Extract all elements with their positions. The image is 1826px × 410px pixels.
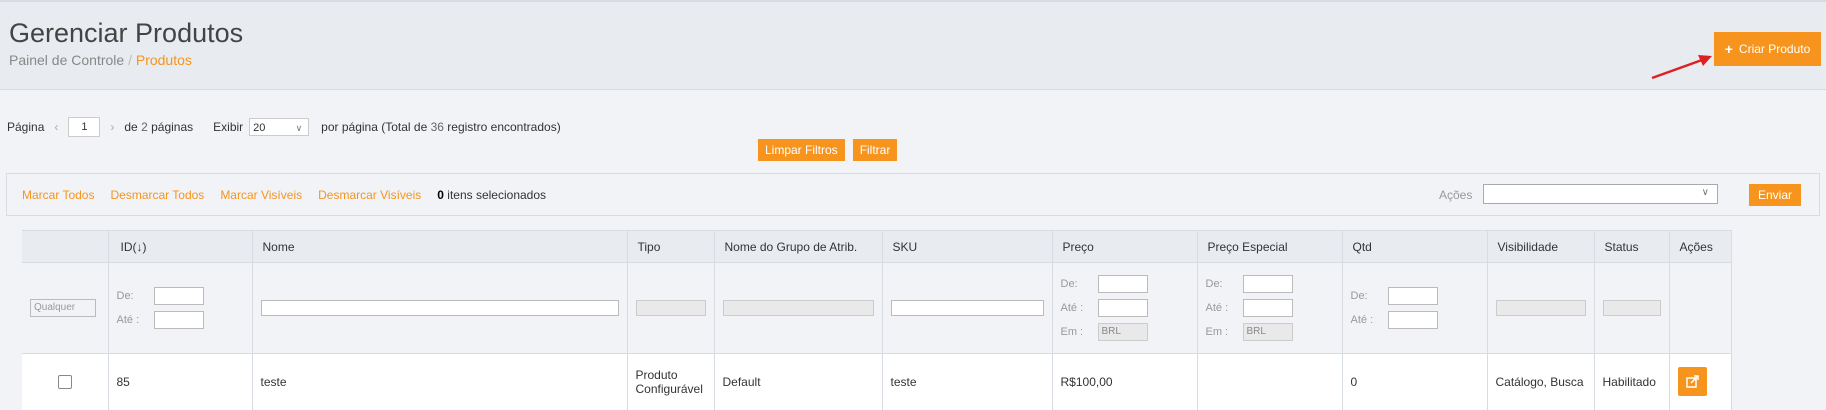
chevron-down-icon: ∨: [1701, 187, 1709, 198]
mass-action-bar: Marcar Todos Desmarcar Todos Marcar Visí…: [6, 173, 1820, 216]
external-link-icon: [1685, 375, 1699, 388]
qty-from-label: De:: [1350, 290, 1368, 302]
total-pages: 2: [141, 120, 148, 134]
apply-filter-button[interactable]: Filtrar: [852, 139, 898, 161]
prev-page-icon[interactable]: ‹: [54, 120, 58, 134]
cell-special-price: [1197, 353, 1343, 410]
next-page-icon[interactable]: ›: [110, 120, 114, 134]
create-product-label: Criar Produto: [1738, 42, 1811, 56]
unselect-all-link[interactable]: Desmarcar Todos: [110, 188, 204, 202]
col-header-price[interactable]: Preço: [1052, 230, 1198, 263]
name-filter-input[interactable]: [260, 300, 619, 316]
status-filter-select[interactable]: [1602, 300, 1661, 316]
page-label: Página: [7, 120, 45, 134]
select-all-link[interactable]: Marcar Todos: [22, 188, 94, 202]
special-price-to-label: Até :: [1205, 302, 1229, 314]
sku-filter-input[interactable]: [890, 300, 1044, 316]
products-grid: ID(↓) Nome Tipo Nome do Grupo de Atrib. …: [22, 230, 1732, 410]
col-header-special-price[interactable]: Preço Especial: [1197, 230, 1343, 263]
row-checkbox[interactable]: [57, 374, 72, 389]
total-records: 36: [430, 120, 444, 134]
pager: Página ‹ 1 › de 2 páginas Exibir 20 ∨ por…: [7, 117, 561, 137]
price-currency-select[interactable]: BRL: [1097, 323, 1148, 341]
price-in-label: Em :: [1060, 326, 1084, 338]
cell-qty: 0: [1342, 353, 1488, 410]
cell-type: Produto Configurável: [627, 353, 715, 410]
breadcrumb-current: Produtos: [135, 52, 192, 68]
id-to-input[interactable]: [153, 311, 204, 329]
grid-header-row: ID(↓) Nome Tipo Nome do Grupo de Atrib. …: [22, 230, 1732, 263]
type-filter-select[interactable]: [635, 300, 706, 316]
col-header-actions: Ações: [1669, 230, 1732, 263]
page-number-input[interactable]: 1: [68, 117, 101, 137]
filter-buttons: Limpar Filtros Filtrar: [758, 139, 898, 161]
create-product-button[interactable]: + Criar Produto: [1714, 32, 1821, 66]
qty-from-input[interactable]: [1387, 287, 1438, 305]
edit-product-button[interactable]: [1677, 367, 1707, 397]
special-price-from-input[interactable]: [1242, 275, 1293, 293]
any-select[interactable]: Qualquer: [30, 299, 96, 317]
clear-filters-button[interactable]: Limpar Filtros: [758, 139, 845, 161]
col-header-sku[interactable]: SKU: [882, 230, 1053, 263]
cell-attr-set: Default: [714, 353, 883, 410]
col-header-id[interactable]: ID(↓): [108, 230, 253, 263]
page-header: Gerenciar Produtos Painel de Controle / …: [0, 0, 1826, 90]
grid-filter-row: Qualquer De: Até : De: Até : Em : BRL De:…: [22, 262, 1732, 354]
col-header-checkbox: [22, 230, 109, 263]
plus-icon: +: [1724, 41, 1733, 57]
selected-count: 0: [437, 188, 444, 202]
col-header-visibility[interactable]: Visibilidade: [1487, 230, 1595, 263]
breadcrumb: Painel de Controle / Produtos: [9, 52, 192, 68]
chevron-down-icon: ∨: [295, 123, 303, 133]
mass-actions-select[interactable]: ∨: [1483, 184, 1718, 204]
actions-filter-cell: [1669, 262, 1732, 354]
id-from-label: De:: [116, 290, 134, 302]
price-from-input[interactable]: [1097, 275, 1148, 293]
actions-label: Ações: [1439, 188, 1473, 202]
qty-to-label: Até :: [1350, 314, 1374, 326]
price-to-label: Até :: [1060, 302, 1084, 314]
pages-text: páginas: [151, 120, 194, 134]
cell-price: R$100,00: [1052, 353, 1198, 410]
selected-count-text: 0 itens selecionados: [437, 188, 546, 202]
special-price-to-input[interactable]: [1242, 299, 1293, 317]
attr-set-filter-select[interactable]: [722, 300, 874, 316]
col-header-status[interactable]: Status: [1594, 230, 1670, 263]
submit-mass-action-button[interactable]: Enviar: [1749, 184, 1801, 206]
special-price-currency-select[interactable]: BRL: [1242, 323, 1293, 341]
special-price-from-label: De:: [1205, 278, 1223, 290]
col-header-type[interactable]: Tipo: [627, 230, 715, 263]
cell-visibility: Catálogo, Busca: [1487, 353, 1595, 410]
qty-to-input[interactable]: [1387, 311, 1438, 329]
cell-name: teste: [252, 353, 628, 410]
page-title: Gerenciar Produtos: [9, 18, 244, 48]
col-header-attr-set[interactable]: Nome do Grupo de Atrib.: [714, 230, 883, 263]
per-page-text: por página (Total de: [321, 120, 428, 134]
col-header-qty[interactable]: Qtd: [1342, 230, 1488, 263]
unselect-visible-link[interactable]: Desmarcar Visíveis: [318, 188, 421, 202]
id-from-input[interactable]: [153, 287, 204, 305]
breadcrumb-separator: /: [128, 52, 132, 68]
cell-sku: teste: [882, 353, 1053, 410]
show-label: Exibir: [213, 120, 244, 134]
price-from-label: De:: [1060, 278, 1078, 290]
table-row: 85 teste Produto Configurável Default te…: [22, 353, 1732, 410]
price-to-input[interactable]: [1097, 299, 1148, 317]
id-to-label: Até :: [116, 314, 140, 326]
red-arrow-annotation-icon: [1651, 55, 1712, 80]
records-text: registro encontrados): [447, 120, 561, 134]
visibility-filter-select[interactable]: [1495, 300, 1586, 316]
selected-text: itens selecionados: [447, 188, 547, 202]
cell-status: Habilitado: [1594, 353, 1670, 410]
cell-id: 85: [108, 353, 253, 410]
select-visible-link[interactable]: Marcar Visíveis: [220, 188, 302, 202]
per-page-value: 20: [253, 122, 266, 134]
of-text: de: [124, 120, 138, 134]
breadcrumb-home[interactable]: Painel de Controle: [9, 52, 124, 68]
col-header-name[interactable]: Nome: [252, 230, 628, 263]
special-price-in-label: Em :: [1205, 326, 1229, 338]
per-page-select[interactable]: 20 ∨: [249, 118, 310, 136]
